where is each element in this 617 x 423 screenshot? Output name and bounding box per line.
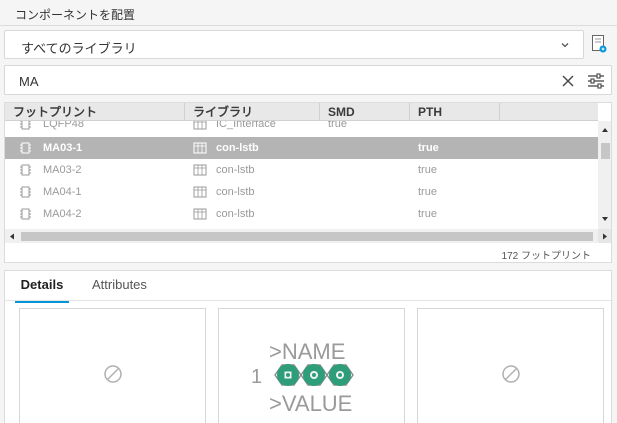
- horizontal-scroll-thumb[interactable]: [21, 232, 593, 241]
- preview-card-3d[interactable]: [417, 308, 604, 423]
- pad-2: [303, 364, 325, 386]
- library-name: IC_Interface: [216, 121, 276, 130]
- footprint-icon: [20, 121, 31, 130]
- footprint-name: LQFP48: [43, 121, 84, 130]
- not-available-icon: [104, 365, 122, 383]
- tabs-divider: [5, 300, 613, 301]
- library-name: con-lstb: [216, 186, 255, 198]
- pin-one-label: 1: [251, 366, 262, 388]
- preview-card-footprint[interactable]: >NAME 1 >VALUE: [218, 308, 405, 423]
- pth-value: true: [418, 142, 439, 154]
- pad-3: [329, 364, 351, 386]
- footprint-icon: [20, 164, 31, 176]
- preview-card-symbol[interactable]: [19, 308, 206, 423]
- table-row[interactable]: LQFP48 IC_Interface true: [5, 121, 598, 135]
- name-label: >NAME: [269, 339, 345, 364]
- library-icon: [193, 164, 207, 176]
- footprint-name: MA04-1: [43, 186, 82, 198]
- column-header-footprint[interactable]: フットプリント: [5, 103, 185, 121]
- close-icon[interactable]: [561, 74, 575, 88]
- library-name: con-lstb: [216, 208, 255, 220]
- table-body: LQFP48 IC_Interface true MA03-1 con-lstb…: [5, 121, 598, 229]
- chevron-down-icon: [561, 43, 569, 48]
- table-row[interactable]: MA04-2 con-lstb true: [5, 203, 598, 225]
- search-input[interactable]: [19, 72, 519, 90]
- horizontal-scrollbar[interactable]: [5, 229, 598, 243]
- scroll-left-icon[interactable]: [8, 232, 16, 241]
- footprint-table: フットプリント ライブラリ SMD PTH LQFP48 IC_Interfac…: [4, 102, 612, 263]
- footprint-icon: [20, 208, 31, 220]
- panel-title: コンポーネントを配置: [15, 8, 136, 22]
- scroll-up-icon[interactable]: [600, 126, 610, 134]
- table-row[interactable]: MA04-1 con-lstb true: [5, 181, 598, 203]
- footprint-count: 172 フットプリント: [501, 251, 591, 262]
- scrollbar-corner: [598, 229, 611, 243]
- details-panel: Details Attributes >NAME 1 >VALUE: [4, 270, 613, 423]
- library-dropdown[interactable]: すべてのライブラリ: [4, 30, 584, 59]
- library-icon: [193, 208, 207, 220]
- footprint-icon: [20, 186, 31, 198]
- table-row[interactable]: MA03-2 con-lstb true: [5, 159, 598, 181]
- column-header-library[interactable]: ライブラリ: [185, 103, 320, 121]
- column-header-smd[interactable]: SMD: [320, 103, 410, 121]
- footprint-icon: [20, 142, 31, 154]
- vertical-scrollbar[interactable]: [598, 121, 611, 229]
- scroll-right-icon[interactable]: [601, 232, 609, 241]
- search-box: [4, 65, 612, 95]
- library-icon: [193, 186, 207, 198]
- pad-1: [277, 364, 299, 386]
- library-icon: [193, 142, 207, 154]
- pth-value: true: [418, 164, 437, 176]
- panel-header: コンポーネントを配置: [0, 0, 617, 26]
- tab-attributes[interactable]: Attributes: [92, 277, 147, 301]
- scroll-down-icon[interactable]: [600, 215, 610, 223]
- library-manager-icon[interactable]: [590, 34, 608, 54]
- filter-settings-icon[interactable]: [587, 72, 605, 90]
- vertical-scroll-thumb[interactable]: [601, 143, 610, 159]
- footprint-name: MA04-2: [43, 208, 82, 220]
- library-icon: [193, 121, 207, 130]
- footprint-name: MA03-1: [43, 142, 83, 154]
- pth-value: true: [418, 186, 437, 198]
- table-header: フットプリント ライブラリ SMD PTH: [5, 103, 598, 121]
- footprint-name: MA03-2: [43, 164, 82, 176]
- library-dropdown-value: すべてのライブラリ: [21, 41, 137, 56]
- table-row-selected[interactable]: MA03-1 con-lstb true: [5, 137, 598, 159]
- tab-details[interactable]: Details: [15, 277, 69, 303]
- value-label: >VALUE: [269, 391, 352, 416]
- not-available-icon: [502, 365, 520, 383]
- library-name: con-lstb: [216, 142, 259, 154]
- library-name: con-lstb: [216, 164, 255, 176]
- pth-value: true: [418, 208, 437, 220]
- column-header-pth[interactable]: PTH: [410, 103, 500, 121]
- footprint-preview: >NAME 1 >VALUE: [251, 339, 354, 416]
- smd-value: true: [328, 121, 347, 130]
